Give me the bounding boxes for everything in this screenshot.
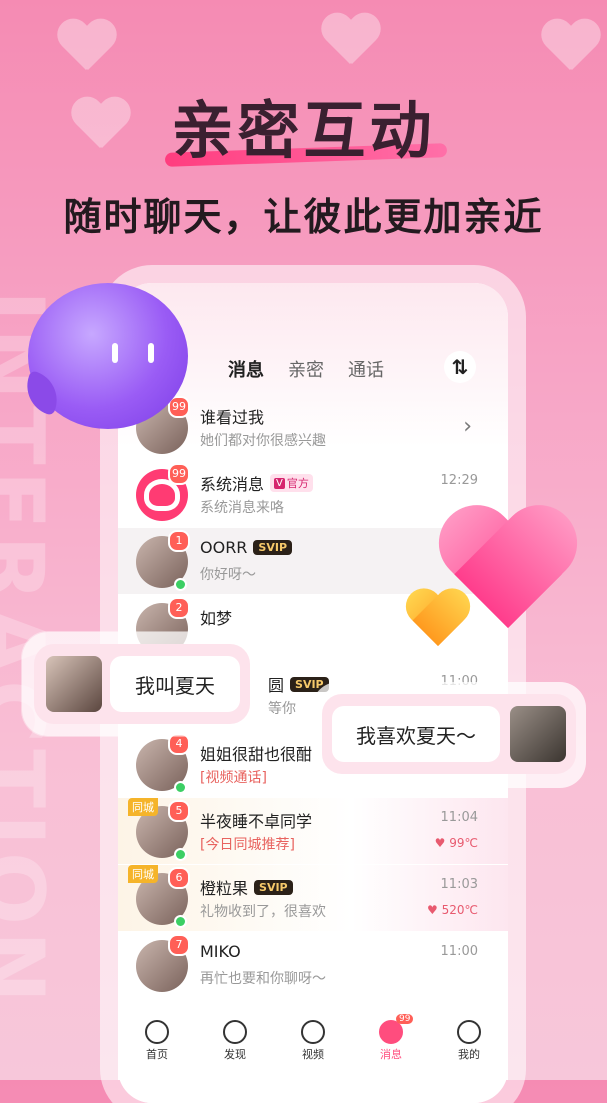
unread-badge: 7: [168, 934, 190, 956]
tab-messages[interactable]: 消息: [228, 356, 264, 382]
conversation-name: 橙粒果 SVIP: [200, 875, 293, 899]
unread-badge: 6: [168, 867, 190, 889]
conversation-preview: 再忙也要和你聊呀～: [200, 971, 326, 987]
list-item-visitors[interactable]: 99 谁看过我 她们都对你很感兴趣 ›: [118, 394, 508, 460]
conversation-name: OORR SVIP: [200, 538, 293, 557]
page-subtitle: 随时聊天，让彼此更加亲近: [63, 195, 544, 239]
conversation-preview: 她们都对你很感兴趣: [200, 433, 326, 449]
floating-chat-right: 我喜欢夏天～: [312, 682, 586, 788]
avatar: [510, 706, 566, 762]
conversation-preview: [视频通话]: [200, 770, 267, 786]
message-time: 11:04: [440, 810, 478, 825]
conversation-name: 谁看过我: [200, 408, 265, 427]
page-title: 亲密互动: [171, 94, 436, 167]
heart-icon: [145, 1020, 169, 1044]
purple-chat-bubble-icon: [18, 283, 188, 429]
conversation-preview: 系统消息来咯: [200, 500, 284, 516]
svip-badge: SVIP: [253, 540, 293, 555]
smiley-icon: [457, 1020, 481, 1044]
nav-messages[interactable]: 99 消息: [366, 1014, 416, 1062]
chat-message: 我叫夏天: [110, 656, 240, 712]
official-badge: V 官方: [270, 474, 313, 492]
conversation-preview: 你好呀～: [200, 567, 256, 583]
chat-message: 我喜欢夏天～: [332, 706, 500, 762]
conversation-preview: [今日同城推荐]: [200, 837, 295, 853]
list-item-conversation[interactable]: 同城 5 半夜睡不卓同学 [今日同城推荐] 11:04 ♥ 99℃: [118, 798, 508, 864]
bottom-nav: 首页 发现 视频 99 消息 我的: [118, 1008, 508, 1080]
online-indicator: [174, 915, 187, 928]
message-time: 11:00: [440, 944, 478, 959]
list-item-conversation[interactable]: 同城 6 橙粒果 SVIP 礼物收到了，很喜欢 11:03 ♥ 520℃: [118, 865, 508, 931]
intimacy-temperature: ♥ 99℃: [434, 836, 478, 850]
message-time: 12:29: [440, 473, 478, 488]
bg-heart-decor: [320, 14, 380, 68]
nav-discover[interactable]: 发现: [210, 1020, 260, 1062]
unread-badge: 2: [168, 597, 190, 619]
unread-badge: 99: [168, 463, 190, 485]
avatar: [46, 656, 102, 712]
conversation-name: 姐姐很甜也很酣: [200, 745, 313, 764]
sort-icon[interactable]: ⇅: [444, 351, 476, 383]
compass-icon: [223, 1020, 247, 1044]
tab-intimate[interactable]: 亲密: [288, 356, 324, 382]
message-tabs: 消息 亲密 通话: [228, 356, 384, 382]
nav-badge: 99: [396, 1014, 414, 1024]
bg-heart-decor: [540, 20, 600, 74]
chevron-right-icon: ›: [463, 414, 472, 439]
same-city-tag: 同城: [128, 798, 158, 816]
svip-badge: SVIP: [254, 879, 293, 895]
online-indicator: [174, 781, 187, 794]
conversation-name: 半夜睡不卓同学: [200, 812, 313, 831]
list-item-conversation[interactable]: 7 MIKO 再忙也要和你聊呀～ 11:00: [118, 932, 508, 998]
unread-badge: 4: [168, 733, 190, 755]
online-indicator: [174, 578, 187, 591]
video-icon: [301, 1020, 325, 1044]
message-time: 11:03: [440, 877, 478, 892]
floating-chat-left: 我叫夏天: [22, 632, 262, 736]
nav-video[interactable]: 视频: [288, 1020, 338, 1062]
orange-heart-icon: [405, 590, 471, 650]
nav-home[interactable]: 首页: [132, 1020, 182, 1062]
same-city-tag: 同城: [128, 865, 158, 883]
unread-badge: 1: [168, 530, 190, 552]
tab-calls[interactable]: 通话: [348, 356, 384, 382]
online-indicator: [174, 848, 187, 861]
conversation-name: MIKO: [200, 942, 241, 961]
bg-heart-decor: [56, 20, 116, 74]
conversation-preview: 等你: [268, 701, 296, 717]
conversation-name: 系统消息 V 官方: [200, 471, 313, 495]
unread-badge: 5: [168, 800, 190, 822]
conversation-preview: 礼物收到了，很喜欢: [200, 904, 326, 920]
nav-profile[interactable]: 我的: [444, 1020, 494, 1062]
intimacy-temperature: ♥ 520℃: [427, 903, 478, 917]
conversation-name: 如梦: [200, 609, 233, 628]
